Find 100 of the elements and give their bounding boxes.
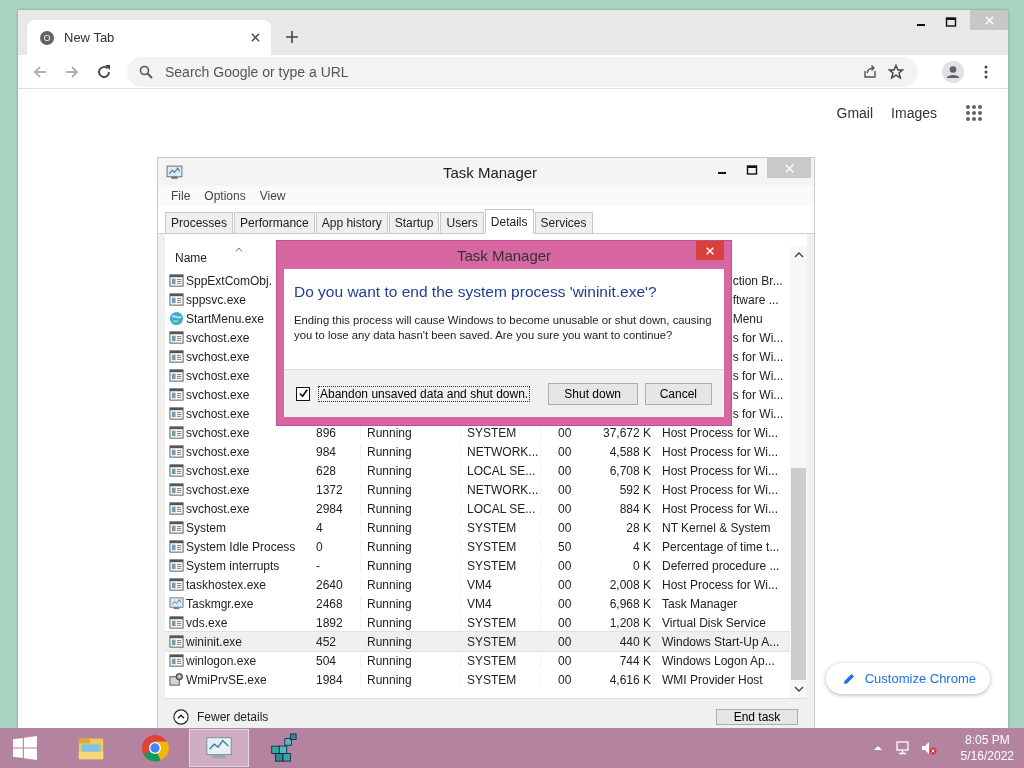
table-cell: 00	[558, 615, 572, 630]
table-cell: 37,672 K	[602, 425, 651, 440]
table-cell: Running	[367, 577, 412, 592]
table-cell: 00	[558, 577, 572, 592]
table-cell: SYSTEM	[467, 615, 517, 630]
table-cell: WMI Provider Host	[662, 672, 763, 687]
table-cell: 28 K	[626, 520, 651, 535]
table-cell: LOCAL SE...	[467, 501, 536, 516]
table-cell: s for Wi...	[732, 406, 784, 421]
table-cell: 00	[558, 653, 572, 668]
table-cell: svchost.exe	[186, 482, 250, 497]
table-cell: Windows Logon Ap...	[662, 653, 775, 668]
table-cell: System	[186, 520, 226, 535]
table-cell: 00	[558, 672, 572, 687]
table-cell: svchost.exe	[186, 501, 250, 516]
table-cell: Virtual Disk Service	[662, 615, 766, 630]
table-cell: Deferred procedure ...	[662, 558, 780, 573]
table-cell: wininit.exe	[186, 634, 243, 649]
table-cell: Menu	[732, 311, 763, 326]
table-cell: 6,968 K	[609, 596, 651, 611]
table-cell: Running	[367, 463, 412, 478]
table-cell: Running	[367, 501, 412, 516]
table-cell: 0 K	[633, 558, 651, 573]
table-cell: Running	[367, 615, 412, 630]
table-cell: s for Wi...	[732, 330, 784, 345]
table-cell: System interrupts	[186, 558, 280, 573]
table-cell: SYSTEM	[467, 558, 517, 573]
table-cell: SYSTEM	[467, 653, 517, 668]
table-cell: svchost.exe	[186, 444, 250, 459]
table-cell: Running	[367, 444, 412, 459]
table-cell: 984	[316, 444, 337, 459]
table-cell: 2640	[316, 577, 343, 592]
window-title: Task Manager	[441, 163, 539, 181]
table-cell: Host Process for Wi...	[662, 463, 779, 478]
table-cell: 00	[558, 634, 572, 649]
table-cell: VM4	[467, 577, 492, 592]
table-cell: SppExtComObj.	[186, 273, 273, 288]
table-cell: Task Manager	[662, 596, 738, 611]
table-cell: SYSTEM	[467, 634, 517, 649]
table-cell: sppsvc.exe	[186, 292, 247, 307]
table-cell: svchost.exe	[186, 368, 250, 383]
table-cell: Running	[367, 596, 412, 611]
table-cell: Taskmgr.exe	[186, 596, 254, 611]
table-cell: ction Br...	[732, 273, 783, 288]
table-cell: Running	[367, 634, 412, 649]
table-cell: 00	[558, 501, 572, 516]
table-cell: 4,588 K	[609, 444, 651, 459]
table-cell: Windows Start-Up A...	[662, 634, 780, 649]
table-cell: s for Wi...	[732, 349, 784, 364]
table-cell: svchost.exe	[186, 330, 250, 345]
table-cell: 00	[558, 558, 572, 573]
table-cell: Host Process for Wi...	[662, 577, 779, 592]
table-cell: 4 K	[633, 539, 651, 554]
table-cell: 1892	[316, 615, 343, 630]
table-cell: 896	[316, 425, 337, 440]
table-cell: NETWORK...	[467, 482, 539, 497]
table-cell: StartMenu.exe	[186, 311, 265, 326]
table-cell: ftware ...	[732, 292, 779, 307]
table-cell: 2984	[316, 501, 343, 516]
table-cell: Host Process for Wi...	[662, 501, 779, 516]
table-cell: Running	[367, 653, 412, 668]
table-cell: 00	[558, 444, 572, 459]
table-cell: SYSTEM	[467, 520, 517, 535]
table-cell: LOCAL SE...	[467, 463, 536, 478]
table-cell: 452	[316, 634, 337, 649]
table-cell: 50	[558, 539, 572, 554]
table-cell: 00	[558, 482, 572, 497]
table-cell: WmiPrvSE.exe	[186, 672, 267, 687]
table-cell: 2,008 K	[609, 577, 651, 592]
table-cell: vds.exe	[186, 615, 228, 630]
dialog-message: Ending this process will cause Windows to become unusable or shut down, causing you to lose any data hasn't been saved. Are you sure you want to continue?	[294, 313, 713, 343]
table-cell: 00	[558, 463, 572, 478]
table-cell: NETWORK...	[467, 444, 539, 459]
table-cell: 4	[316, 520, 323, 535]
table-cell: Host Process for Wi...	[662, 482, 779, 497]
table-cell: Running	[367, 539, 412, 554]
table-cell: svchost.exe	[186, 425, 250, 440]
table-cell: 592 K	[619, 482, 651, 497]
table-cell: 00	[558, 596, 572, 611]
table-cell: Percentage of time t...	[662, 539, 780, 554]
table-cell: 0	[316, 539, 323, 554]
table-cell: NT Kernel & System	[662, 520, 771, 535]
table-cell: 6,708 K	[609, 463, 651, 478]
dialog-title: Task Manager	[456, 246, 552, 264]
table-cell: System Idle Process	[186, 539, 296, 554]
table-cell: Running	[367, 558, 412, 573]
table-cell: 744 K	[619, 653, 651, 668]
table-cell: winlogon.exe	[186, 653, 257, 668]
table-cell: s for Wi...	[732, 387, 784, 402]
table-cell: Host Process for Wi...	[662, 444, 779, 459]
table-cell: 504	[316, 653, 337, 668]
dialog-heading: Do you want to end the system process 'wininit.exe'?	[294, 283, 658, 301]
table-cell: 440 K	[619, 634, 651, 649]
table-cell: -	[316, 558, 320, 573]
table-cell: Running	[367, 425, 412, 440]
table-cell: 1372	[316, 482, 343, 497]
table-cell: taskhostex.exe	[186, 577, 267, 592]
table-cell: 00	[558, 425, 572, 440]
table-cell: svchost.exe	[186, 406, 250, 421]
table-cell: VM4	[467, 596, 492, 611]
